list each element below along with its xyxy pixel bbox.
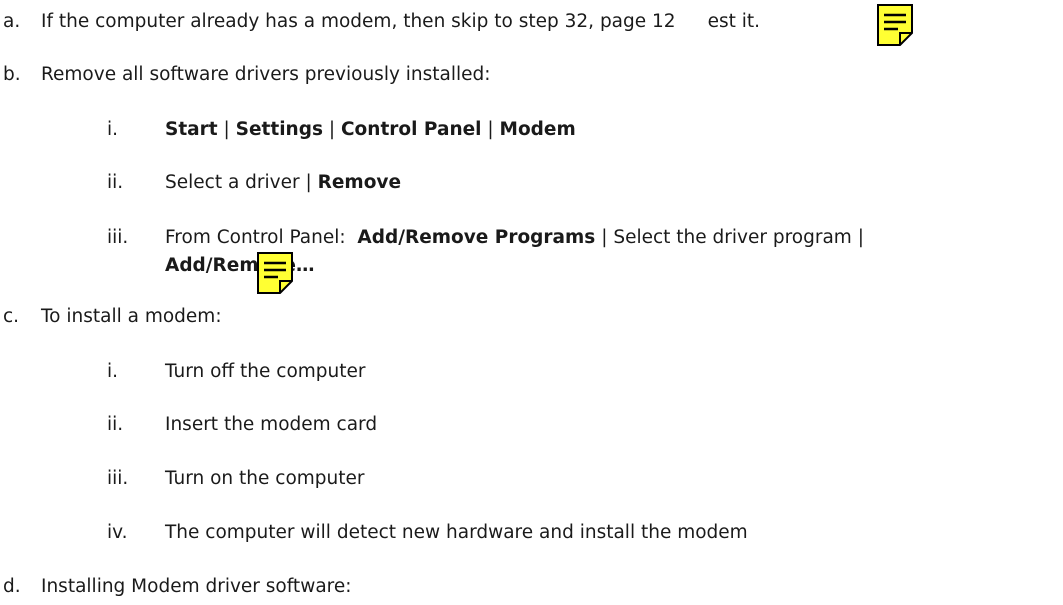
sticky-note-icon[interactable]: [256, 251, 294, 295]
item-b-i-marker: i.: [107, 119, 119, 140]
item-b-i-text: Start | Settings | Control Panel | Modem: [165, 119, 576, 140]
item-c-iv-marker: iv.: [107, 522, 128, 543]
item-c-ii-text: Insert the modem card: [165, 414, 378, 435]
item-c-i-text: Turn off the computer: [165, 361, 366, 382]
start-label: Start: [165, 119, 218, 140]
item-b-text: Remove all software drivers previously i…: [41, 64, 491, 85]
item-a-text: If the computer already has a modem, the…: [41, 10, 760, 34]
item-b-iii-text: From Control Panel: Add/Remove Programs …: [165, 227, 864, 248]
item-c-iii-text: Turn on the computer: [165, 468, 365, 489]
item-c-iii-marker: iii.: [107, 468, 129, 489]
item-c-iv-text: The computer will detect new hardware an…: [165, 522, 748, 543]
item-b-ii-text: Select a driver | Remove: [165, 172, 402, 193]
remove-label: Remove: [317, 172, 402, 193]
sticky-note-icon[interactable]: [876, 3, 914, 47]
modem-label: Modem: [499, 119, 576, 140]
item-d-text: Installing Modem driver software:: [41, 576, 352, 597]
item-d-marker: d.: [3, 576, 21, 597]
item-a-text-after: est it.: [707, 11, 761, 32]
item-a-text-before: If the computer already has a modem, the…: [41, 11, 676, 32]
settings-label: Settings: [235, 119, 323, 140]
add-remove-programs-label: Add/Remove Programs: [357, 227, 596, 248]
item-c-i-marker: i.: [107, 361, 119, 382]
item-b-iii-marker: iii.: [107, 227, 129, 248]
item-b-marker: b.: [3, 64, 21, 85]
control-panel-label: Control Panel: [340, 119, 482, 140]
item-c-ii-marker: ii.: [107, 414, 124, 435]
item-a-marker: a.: [3, 11, 21, 32]
item-c-text: To install a modem:: [41, 306, 222, 327]
item-b-ii-marker: ii.: [107, 172, 124, 193]
item-c-marker: c.: [3, 306, 20, 327]
